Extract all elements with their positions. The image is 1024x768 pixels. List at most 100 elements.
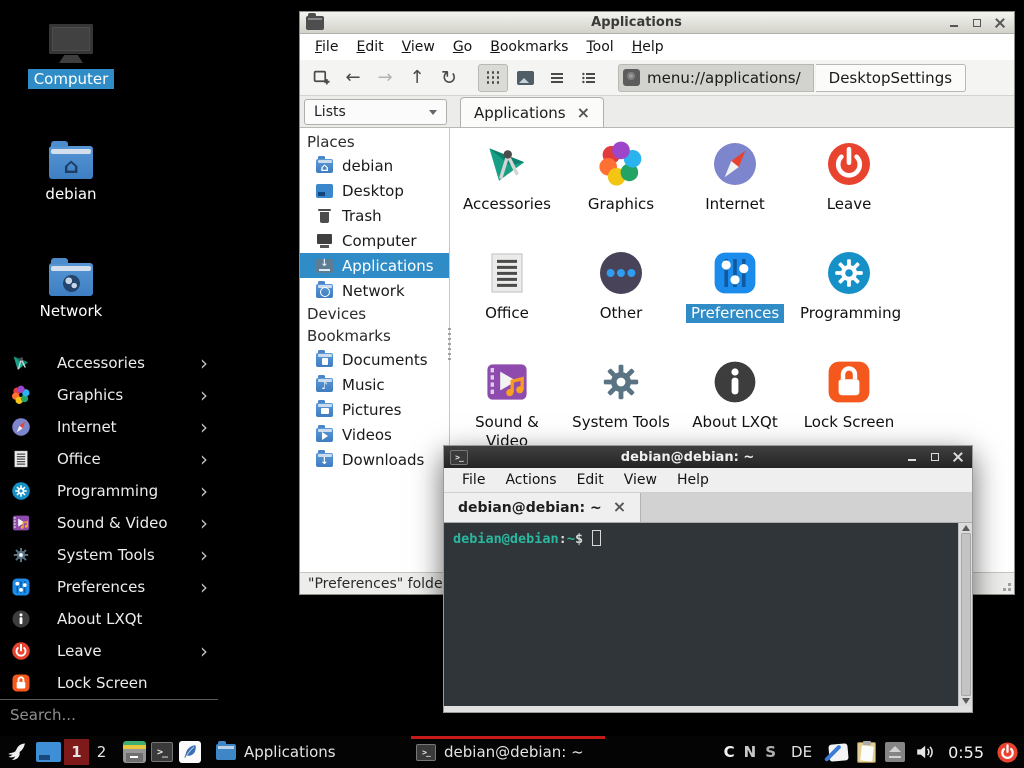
desktop-icon-debian[interactable]: debian [19,140,123,204]
workspace-2-button[interactable]: 2 [89,739,114,765]
forward-button[interactable] [370,64,400,92]
menu-tool[interactable]: Tool [577,36,622,58]
menu-item-office[interactable]: Office [0,443,218,475]
screenshot-tray-icon[interactable] [828,743,848,762]
minimize-button[interactable] [907,452,917,462]
desktopsettings-crumb-button[interactable]: DesktopSettings [816,64,966,92]
terminal-screen[interactable]: debian@debian:~$ [444,523,972,706]
menu-edit[interactable]: Edit [347,36,392,58]
file-manager-launcher[interactable] [120,736,148,768]
tab-applications[interactable]: Applications [460,97,604,127]
scroll-down-icon[interactable] [962,698,970,704]
app-category-other[interactable]: Other [564,249,678,358]
clipboard-tray-icon[interactable] [857,742,876,763]
menu-help[interactable]: Help [667,469,719,491]
menu-item-leave[interactable]: Leave [0,635,218,667]
menu-item-preferences[interactable]: Preferences [0,571,218,603]
resize-grip[interactable] [1008,588,1011,591]
trash-icon [316,209,333,223]
volume-icon[interactable] [914,741,936,763]
scroll-up-icon[interactable] [962,525,970,531]
menu-view[interactable]: View [393,36,444,58]
chevron-down-icon [429,110,437,115]
folder-icon [216,744,236,760]
menu-item-graphics[interactable]: Graphics [0,379,218,411]
menu-item-sound-video[interactable]: Sound & Video [0,507,218,539]
sidebar-item-debian[interactable]: debian [300,153,449,178]
maximize-button[interactable] [972,18,982,28]
app-category-office[interactable]: Office [450,249,564,358]
menu-go[interactable]: Go [444,36,481,58]
menu-edit[interactable]: Edit [567,469,614,491]
sidebar-item-trash[interactable]: Trash [300,203,449,228]
scrollbar-thumb[interactable] [961,533,971,696]
featherpad-launcher[interactable] [176,736,204,768]
menu-view[interactable]: View [614,469,667,491]
menu-file[interactable]: File [306,36,347,58]
back-button[interactable] [338,64,368,92]
tab-close-icon[interactable] [577,104,590,122]
fm-titlebar[interactable]: Applications [300,12,1014,34]
menu-help[interactable]: Help [623,36,673,58]
terminal-titlebar[interactable]: debian@debian: ~ [444,446,972,468]
menu-item-about-lxqt[interactable]: About LXQt [0,603,218,635]
menu-item-programming[interactable]: Programming [0,475,218,507]
caps-lock-indicator[interactable]: C [724,743,735,761]
app-category-preferences[interactable]: Preferences [678,249,792,358]
app-category-programming[interactable]: Programming [792,249,906,358]
show-desktop-button[interactable] [32,736,64,768]
thumbnail-view-button[interactable] [510,64,540,92]
num-lock-indicator[interactable]: N [744,743,757,761]
sidebar-item-downloads[interactable]: Downloads [300,447,449,472]
sidebar-item-computer[interactable]: Computer [300,228,449,253]
app-category-accessories[interactable]: Accessories [450,140,564,249]
desktop-icon-computer[interactable]: Computer [19,24,123,89]
address-bar[interactable]: menu://applications/ [618,64,814,92]
icon-view-button[interactable] [478,64,508,92]
sidebar-item-videos[interactable]: Videos [300,422,449,447]
tab-close-icon[interactable] [613,499,626,516]
menu-file[interactable]: File [452,469,495,491]
minimize-button[interactable] [949,18,959,28]
terminal-scrollbar[interactable] [958,523,972,706]
refresh-button[interactable] [434,64,464,92]
main-menu-button[interactable] [0,736,32,768]
sidebar-item-network[interactable]: Network [300,278,449,303]
menu-item-lock-screen[interactable]: Lock Screen [0,667,218,699]
task-button-terminal[interactable]: debian@debian: ~ [408,736,608,768]
menu-item-accessories[interactable]: Accessories [0,347,218,379]
submenu-arrow-icon [196,641,208,662]
terminal-launcher[interactable] [148,736,176,768]
app-category-graphics[interactable]: Graphics [564,140,678,249]
terminal-tab[interactable]: debian@debian: ~ [444,493,641,522]
app-category-internet[interactable]: Internet [678,140,792,249]
task-button-applications[interactable]: Applications [208,736,408,768]
compact-view-button[interactable] [542,64,572,92]
desktop-icon-network[interactable]: Network [19,257,123,321]
menu-actions[interactable]: Actions [495,469,566,491]
menu-item-system-tools[interactable]: System Tools [0,539,218,571]
up-button[interactable] [402,64,432,92]
other-icon [597,249,645,297]
removable-media-icon[interactable] [885,742,905,762]
sidebar-item-applications[interactable]: Applications [300,253,449,278]
menu-bookmarks[interactable]: Bookmarks [481,36,577,58]
new-tab-button[interactable] [306,64,336,92]
sidebar-item-desktop[interactable]: Desktop [300,178,449,203]
sidebar-item-music[interactable]: Music [300,372,449,397]
sidebar-item-documents[interactable]: Documents [300,347,449,372]
app-category-leave[interactable]: Leave [792,140,906,249]
power-button[interactable] [996,741,1019,764]
menu-item-internet[interactable]: Internet [0,411,218,443]
search-input[interactable] [0,706,218,724]
close-button[interactable] [953,452,963,462]
close-button[interactable] [995,18,1005,28]
keyboard-layout-indicator[interactable]: DE [791,743,812,761]
clock[interactable]: 0:55 [948,743,984,762]
workspace-1-button[interactable]: 1 [64,739,89,765]
sidebar-item-pictures[interactable]: Pictures [300,397,449,422]
detailed-view-button[interactable] [574,64,604,92]
panel-selector[interactable]: Lists [304,99,447,125]
scroll-lock-indicator[interactable]: S [765,743,776,761]
maximize-button[interactable] [930,452,940,462]
